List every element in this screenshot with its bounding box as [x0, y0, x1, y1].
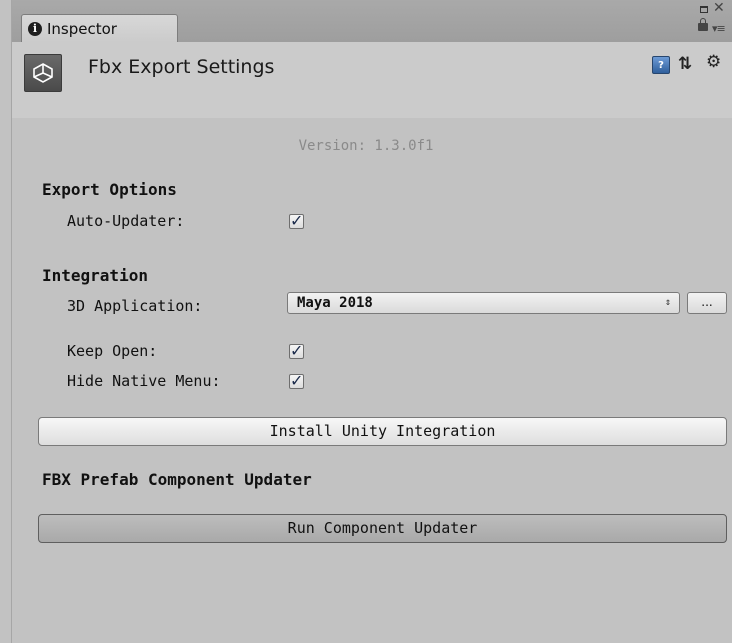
- tab-inspector[interactable]: i Inspector: [21, 14, 178, 42]
- checkmark-icon: ✓: [290, 371, 304, 390]
- 3d-application-value: Maya 2018: [297, 295, 373, 311]
- close-icon[interactable]: ✕: [713, 0, 725, 16]
- auto-updater-checkbox[interactable]: ✓: [289, 211, 304, 230]
- maximize-icon[interactable]: [700, 6, 708, 13]
- page-title: Fbx Export Settings: [88, 56, 275, 78]
- auto-updater-label: Auto-Updater:: [67, 212, 185, 230]
- run-component-updater-button[interactable]: Run Component Updater: [38, 514, 727, 543]
- browse-application-button[interactable]: ...: [687, 292, 727, 314]
- unity-logo-icon: [24, 54, 62, 92]
- keep-open-label: Keep Open:: [67, 342, 158, 360]
- menu-icon[interactable]: ▾≡: [712, 22, 726, 35]
- prefab-updater-title: FBX Prefab Component Updater: [42, 470, 312, 489]
- install-unity-integration-button[interactable]: Install Unity Integration: [38, 417, 727, 446]
- export-options-title: Export Options: [42, 180, 177, 199]
- help-icon[interactable]: ?: [652, 56, 670, 74]
- lock-icon[interactable]: [698, 18, 708, 31]
- version-label: Version: 1.3.0f1: [298, 138, 434, 154]
- info-icon: i: [28, 21, 42, 36]
- keep-open-checkbox[interactable]: ✓: [289, 341, 304, 360]
- checkmark-icon: ✓: [290, 211, 304, 230]
- integration-title: Integration: [42, 266, 148, 285]
- hide-native-menu-checkbox[interactable]: ✓: [289, 371, 304, 390]
- gear-icon[interactable]: ⚙: [706, 52, 721, 72]
- inspector-header: Fbx Export Settings ? ⇅ ⚙: [12, 42, 732, 119]
- 3d-application-label: 3D Application:: [67, 297, 203, 315]
- inspector-window: i Inspector ✕ ▾≡ Fbx Export Settings ? ⇅…: [0, 0, 732, 643]
- 3d-application-dropdown[interactable]: Maya 2018 ⇕: [287, 292, 680, 314]
- tab-strip: i Inspector ✕ ▾≡: [0, 0, 732, 43]
- tab-label: Inspector: [47, 19, 117, 38]
- updown-arrows-icon: ⇕: [664, 297, 671, 308]
- preset-icon[interactable]: ⇅: [678, 54, 692, 74]
- checkmark-icon: ✓: [290, 341, 304, 360]
- hide-native-menu-label: Hide Native Menu:: [67, 372, 221, 390]
- window-controls: ✕ ▾≡: [696, 0, 726, 38]
- left-border: [0, 0, 12, 643]
